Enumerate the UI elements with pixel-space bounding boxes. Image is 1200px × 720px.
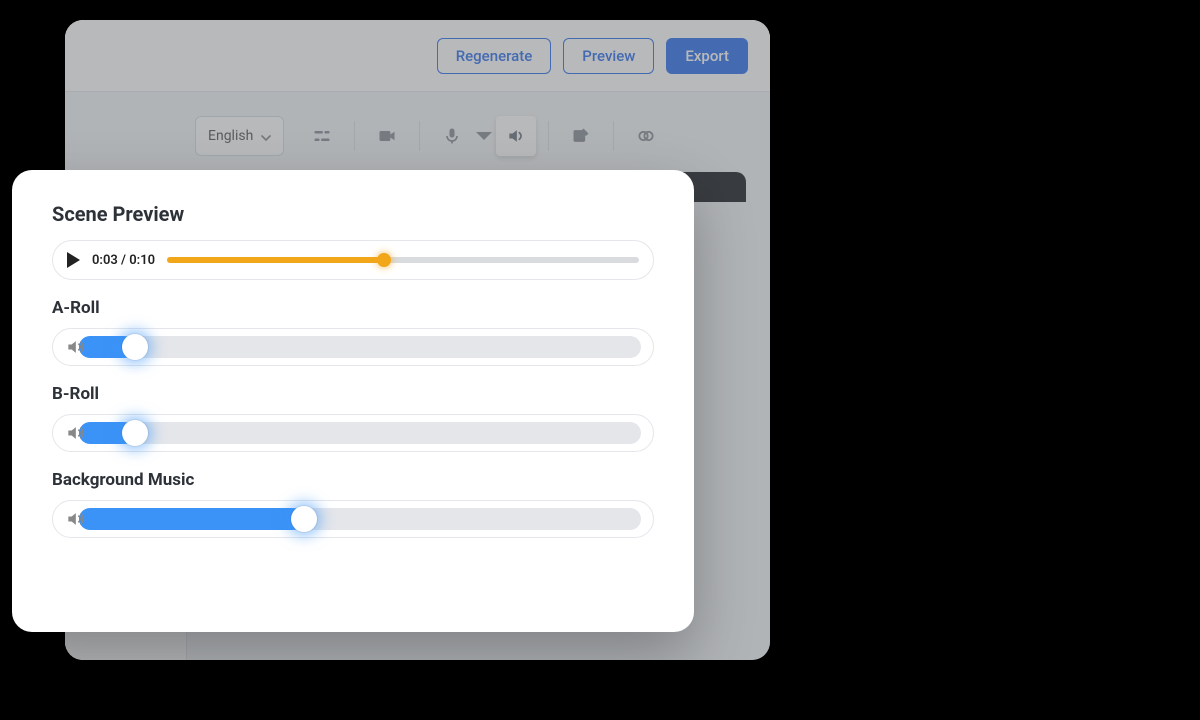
microphone-icon[interactable] (432, 116, 472, 156)
volume-track[interactable] (79, 336, 641, 358)
playback-time: 0:03 / 0:10 (92, 253, 155, 268)
seek-bar[interactable] (167, 257, 639, 263)
speaker-icon[interactable] (65, 337, 85, 357)
b-roll-volume (52, 414, 654, 452)
background-music-volume (52, 500, 654, 538)
export-button[interactable]: Export (666, 38, 748, 74)
volume-icon[interactable] (496, 116, 536, 156)
speaker-icon[interactable] (65, 509, 85, 529)
editor-toolbar: English (195, 112, 770, 160)
volume-knob[interactable] (122, 334, 148, 360)
regenerate-button[interactable]: Regenerate (437, 38, 552, 74)
background-music-heading: Background Music (52, 470, 654, 490)
audio-settings-popover: Scene Preview 0:03 / 0:10 A-Roll B-Roll (12, 170, 694, 632)
volume-track[interactable] (79, 508, 641, 530)
link-icon[interactable] (626, 116, 666, 156)
volume-fill (79, 508, 304, 530)
camera-icon[interactable] (367, 116, 407, 156)
volume-knob[interactable] (122, 420, 148, 446)
image-edit-icon[interactable] (561, 116, 601, 156)
toolbar-separator (419, 121, 420, 151)
chevron-down-icon (261, 131, 271, 141)
microphone-dropdown-caret[interactable] (472, 116, 496, 156)
top-action-bar: Regenerate Preview Export (65, 20, 770, 92)
b-roll-heading: B-Roll (52, 384, 654, 404)
toolbar-separator (613, 121, 614, 151)
volume-track[interactable] (79, 422, 641, 444)
seek-knob[interactable] (377, 253, 391, 267)
toolbar-separator (354, 121, 355, 151)
preview-button[interactable]: Preview (563, 38, 654, 74)
seek-fill (167, 257, 384, 263)
sliders-icon[interactable] (302, 116, 342, 156)
speaker-icon[interactable] (65, 423, 85, 443)
volume-knob[interactable] (291, 506, 317, 532)
a-roll-volume (52, 328, 654, 366)
language-select[interactable]: English (195, 116, 284, 156)
scene-preview-player: 0:03 / 0:10 (52, 240, 654, 280)
scene-preview-heading: Scene Preview (52, 202, 654, 226)
toolbar-separator (548, 121, 549, 151)
a-roll-heading: A-Roll (52, 298, 654, 318)
language-select-value: English (208, 128, 253, 144)
play-icon[interactable] (67, 252, 80, 268)
